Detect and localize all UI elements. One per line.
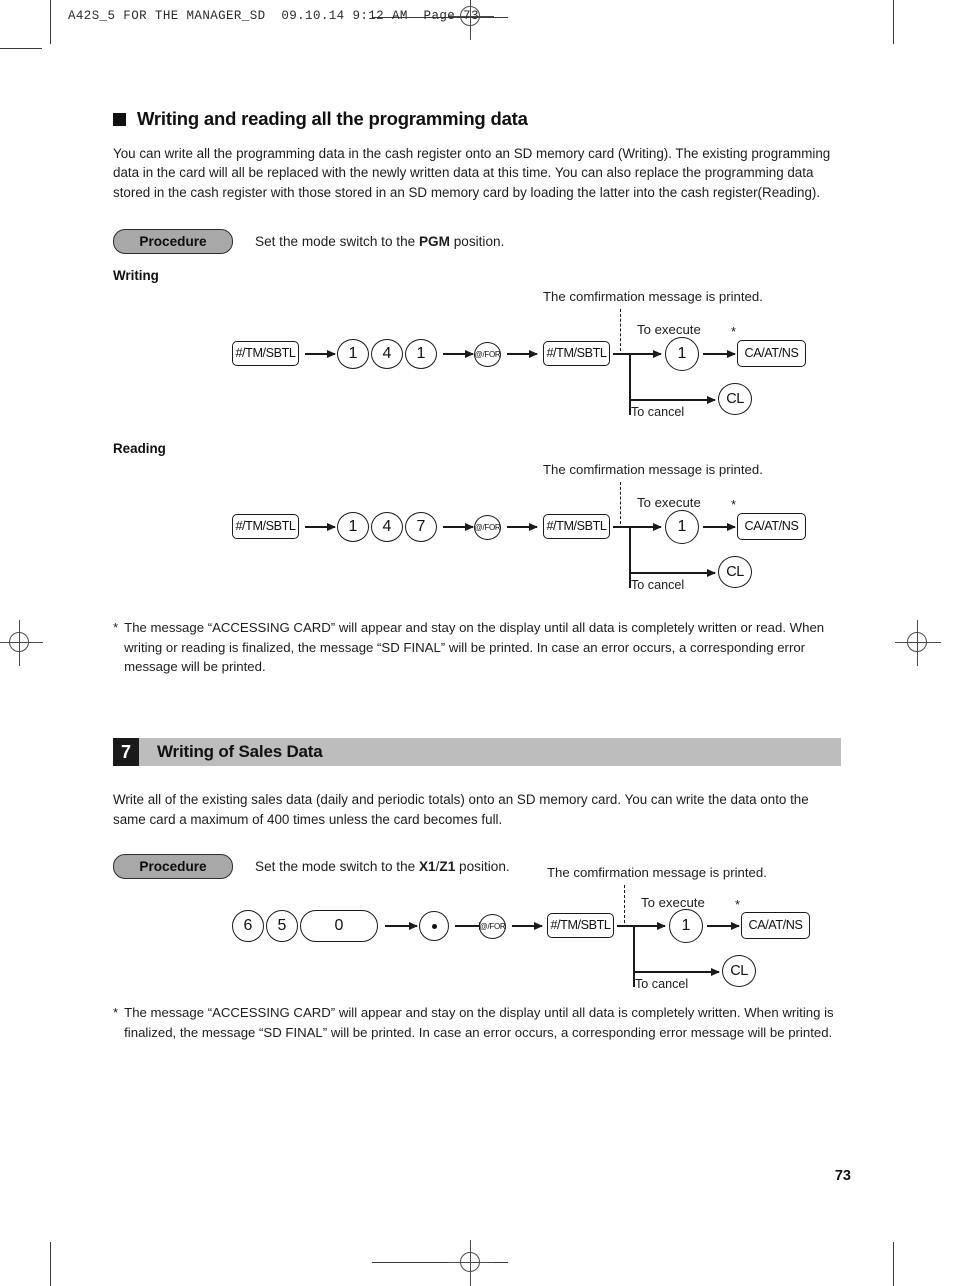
reading-arrow-2: [443, 522, 474, 531]
writing-confirmation-caption: The comfirmation message is printed.: [543, 289, 763, 305]
reading-arrow-3: [507, 522, 538, 531]
key-for-sales[interactable]: @/FOR: [479, 914, 506, 940]
sales-dash-connector: [624, 885, 625, 924]
reading-arrow-1: [305, 522, 336, 531]
reading-arrow-final: [703, 522, 736, 531]
procedure-row-pgm: Procedure Set the mode switch to the PGM…: [113, 229, 841, 255]
sales-arrow-3: [512, 921, 543, 930]
procedure-text-after: position.: [449, 234, 505, 250]
sales-arrow-1: [385, 921, 418, 930]
section-title-sales: Writing of Sales Data: [139, 738, 841, 767]
page-title-text: Writing and reading all the programming …: [137, 108, 528, 129]
writing-subheading: Writing: [113, 268, 159, 284]
key-digit-7-reading[interactable]: 7: [405, 512, 437, 543]
registration-mark-bottom-center: [448, 1240, 494, 1286]
key-digit-1a[interactable]: 1: [337, 339, 369, 370]
writing-arrow-execute: [613, 349, 662, 358]
mode-pgm: PGM: [418, 234, 450, 250]
writing-arrow-2: [443, 349, 474, 358]
procedure-instruction: Set the mode switch to the PGM position.: [255, 234, 504, 249]
note-marker-2: *: [113, 1005, 119, 1021]
key-for-reading[interactable]: @/FOR: [474, 515, 501, 541]
section-number-badge: 7: [113, 738, 139, 767]
procedure-text-before: Set the mode switch to the: [255, 234, 419, 250]
note-text-1: The message “ACCESSING CARD” will appear…: [124, 620, 825, 675]
key-for[interactable]: @/FOR: [474, 342, 501, 368]
reading-flow-diagram: The comfirmation message is printed. To …: [113, 458, 841, 608]
key-tmsbtl-confirm-reading[interactable]: #/TM/SBTL: [543, 514, 610, 540]
key-cl-cancel-sales[interactable]: CL: [722, 955, 756, 988]
reading-arrow-cancel: [629, 568, 716, 577]
reading-to-cancel-label: To cancel: [631, 578, 685, 593]
sales-arrow-final: [707, 921, 740, 930]
note-writing-reading: * The message “ACCESSING CARD” will appe…: [113, 618, 841, 676]
writing-arrow-1: [305, 349, 336, 358]
writing-arrow-cancel: [629, 395, 716, 404]
writing-to-cancel-label: To cancel: [631, 405, 685, 420]
writing-arrow-final: [703, 349, 736, 358]
key-execute-1[interactable]: 1: [665, 337, 699, 372]
sales-paragraph: Write all of the existing sales data (da…: [113, 792, 809, 827]
writing-to-execute-label: To execute: [637, 322, 701, 338]
key-caatns-reading[interactable]: CA/AT/NS: [737, 513, 806, 541]
key-digit-0[interactable]: 0: [300, 910, 378, 943]
sales-confirmation-caption: The comfirmation message is printed.: [547, 865, 767, 881]
sales-arrow-cancel: [633, 967, 720, 976]
crop-mark-top-right-vertical: [893, 0, 894, 44]
key-decimal-point[interactable]: [419, 911, 449, 942]
reading-to-execute-label: To execute: [637, 495, 701, 511]
key-tmsbtl-start[interactable]: #/TM/SBTL: [232, 341, 299, 367]
registration-mark-right-middle: [895, 620, 941, 666]
crop-mark-top-left-horizontal: [0, 48, 42, 49]
key-digit-1-reading[interactable]: 1: [337, 512, 369, 543]
section-header-sales: 7 Writing of Sales Data: [113, 738, 841, 767]
key-tmsbtl-start-reading[interactable]: #/TM/SBTL: [232, 514, 299, 540]
key-caatns[interactable]: CA/AT/NS: [737, 340, 806, 368]
reading-asterisk-marker: *: [731, 497, 737, 513]
writing-flow-diagram: The comfirmation message is printed. To …: [113, 285, 841, 435]
square-bullet-icon: [113, 112, 126, 126]
key-digit-4[interactable]: 4: [371, 339, 403, 370]
reading-confirmation-caption: The comfirmation message is printed.: [543, 462, 763, 478]
reading-arrow-execute: [613, 522, 662, 531]
sales-to-execute-label: To execute: [641, 895, 705, 911]
crop-mark-top-left-vertical: [50, 0, 51, 44]
writing-asterisk-marker: *: [731, 324, 737, 340]
crop-mark-bottom-left-vertical: [50, 1242, 51, 1286]
note-marker-1: *: [113, 620, 119, 636]
registration-mark-left-middle: [0, 620, 43, 666]
procedure-badge: Procedure: [113, 229, 233, 255]
key-cl-cancel-reading[interactable]: CL: [718, 556, 752, 589]
sales-flow-diagram: The comfirmation message is printed. To …: [113, 861, 841, 991]
sales-asterisk-marker: *: [735, 897, 741, 913]
reading-dash-connector: [620, 482, 621, 525]
key-tmsbtl-sales[interactable]: #/TM/SBTL: [547, 913, 614, 939]
key-tmsbtl-confirm[interactable]: #/TM/SBTL: [543, 341, 610, 367]
key-digit-5[interactable]: 5: [266, 910, 298, 943]
writing-arrow-3: [507, 349, 538, 358]
note-text-2: The message “ACCESSING CARD” will appear…: [124, 1005, 834, 1040]
key-execute-1-sales[interactable]: 1: [669, 909, 703, 944]
key-digit-4-reading[interactable]: 4: [371, 512, 403, 543]
sales-arrow-execute: [617, 921, 666, 930]
key-caatns-sales[interactable]: CA/AT/NS: [741, 912, 810, 940]
page-title: Writing and reading all the programming …: [113, 108, 841, 130]
key-execute-1-reading[interactable]: 1: [665, 510, 699, 545]
running-head: A42S_5 FOR THE MANAGER_SD 09.10.14 9:12 …: [68, 9, 479, 23]
note-sales: * The message “ACCESSING CARD” will appe…: [113, 1003, 841, 1042]
sales-to-cancel-label: To cancel: [635, 977, 689, 992]
intro-paragraph: You can write all the programming data i…: [113, 146, 831, 200]
writing-dash-connector: [620, 309, 621, 352]
page-number: 73: [834, 1168, 851, 1184]
key-digit-1b[interactable]: 1: [405, 339, 437, 370]
key-digit-6[interactable]: 6: [232, 910, 264, 943]
reading-subheading: Reading: [113, 441, 166, 457]
page-content: Writing and reading all the programming …: [113, 108, 841, 1042]
decimal-dot-icon: [431, 923, 437, 929]
crop-mark-bottom-right-vertical: [893, 1242, 894, 1286]
key-cl-cancel[interactable]: CL: [718, 383, 752, 416]
